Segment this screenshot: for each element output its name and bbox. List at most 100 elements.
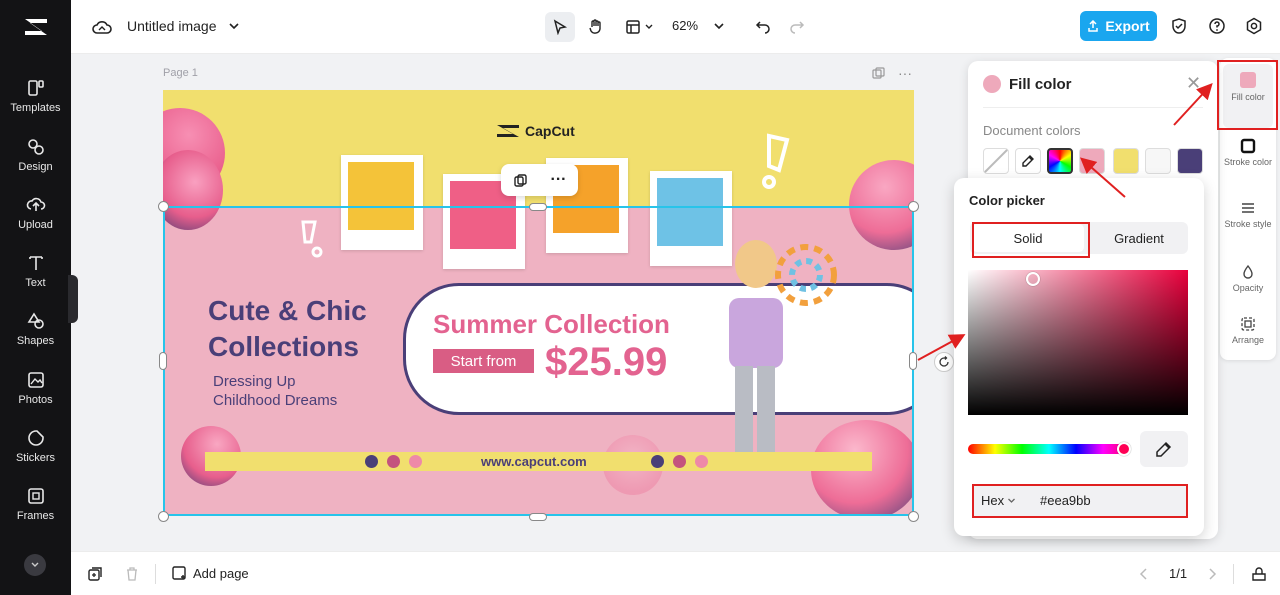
swatch-eyedropper[interactable] xyxy=(1015,148,1041,174)
templates-icon xyxy=(27,80,44,96)
zoom-dropdown[interactable] xyxy=(711,18,727,34)
page-more-icon[interactable]: ··· xyxy=(896,65,914,81)
sidebar-item-label: Frames xyxy=(16,510,55,522)
swatch-purple[interactable] xyxy=(1177,148,1203,174)
start-from-badge: Start from xyxy=(433,349,534,373)
brand-logo: CapCut xyxy=(495,122,575,140)
photo-frame xyxy=(341,155,423,250)
fill-panel-title: Fill color xyxy=(1009,76,1072,93)
resize-handle-top[interactable] xyxy=(529,203,547,211)
rail-stroke-color[interactable]: Stroke color xyxy=(1220,138,1276,167)
settings-button[interactable] xyxy=(1243,15,1265,37)
copy-element-button[interactable] xyxy=(513,173,528,188)
fill-color-icon xyxy=(1240,72,1256,88)
page-panel-toggle[interactable] xyxy=(1249,564,1269,584)
opacity-icon xyxy=(1243,264,1253,279)
cursor-icon xyxy=(553,19,568,35)
close-icon[interactable]: ✕ xyxy=(1186,73,1201,94)
rail-item-label: Fill color xyxy=(1231,92,1265,102)
brand-name: CapCut xyxy=(525,123,575,139)
sidebar-item-label: Upload xyxy=(18,219,53,231)
layout-icon xyxy=(625,20,640,34)
swatch-transparent[interactable] xyxy=(983,148,1009,174)
help-button[interactable] xyxy=(1206,15,1228,37)
hand-tool-button[interactable] xyxy=(581,12,611,42)
chevron-left-icon xyxy=(1139,568,1147,580)
cloud-sync-icon[interactable] xyxy=(91,16,113,38)
rail-stroke-style[interactable]: Stroke style xyxy=(1220,200,1276,229)
stickers-icon xyxy=(27,430,44,446)
prev-page-button[interactable] xyxy=(1135,565,1153,583)
design-canvas[interactable]: CapCut Cute & Chic Collections Dressing … xyxy=(163,90,914,514)
chevron-down-icon xyxy=(714,23,724,30)
saturation-knob[interactable] xyxy=(1026,272,1040,286)
swatch-yellow[interactable] xyxy=(1113,148,1139,174)
swatch-pink[interactable] xyxy=(1079,148,1105,174)
color-mode-select[interactable]: Hex xyxy=(981,493,1016,508)
zoom-level[interactable]: 62% xyxy=(672,18,698,33)
duplicate-icon xyxy=(88,567,102,581)
capcut-logo-icon[interactable] xyxy=(22,14,50,40)
resize-handle-bottom-right[interactable] xyxy=(908,511,919,522)
export-button[interactable]: Export xyxy=(1080,11,1157,41)
account-avatar[interactable] xyxy=(24,554,46,576)
add-page-button[interactable]: Add page xyxy=(171,565,249,581)
redo-button[interactable] xyxy=(785,14,809,38)
stroke-style-icon xyxy=(1242,203,1254,213)
add-page-icon xyxy=(172,566,186,580)
saturation-brightness-area[interactable] xyxy=(968,270,1188,415)
rail-item-label: Stroke style xyxy=(1224,219,1272,229)
hex-value-input[interactable]: #eea9bb xyxy=(1040,493,1091,508)
sidebar-item-stickers[interactable]: Stickers xyxy=(0,428,71,478)
resize-handle-left[interactable] xyxy=(159,352,167,370)
eyedropper-button[interactable] xyxy=(1140,431,1188,467)
chevron-down-icon xyxy=(645,24,652,29)
pinwheel-icon xyxy=(775,244,837,306)
resize-handle-top-left[interactable] xyxy=(158,201,169,212)
duplicate-page-icon[interactable] xyxy=(870,66,886,80)
undo-button[interactable] xyxy=(751,14,775,38)
headline-line2: Collections xyxy=(208,331,359,362)
sidebar-item-text[interactable]: Text xyxy=(0,253,71,303)
shapes-icon xyxy=(27,312,44,329)
headline-line1: Cute & Chic xyxy=(208,295,367,326)
hue-slider[interactable] xyxy=(968,444,1130,454)
bottom-bar: Add page 1/1 xyxy=(71,551,1280,595)
hue-slider-knob[interactable] xyxy=(1117,442,1131,456)
sidebar-item-shapes[interactable]: Shapes xyxy=(0,311,71,361)
sidebar-item-design[interactable]: Design xyxy=(0,137,71,187)
capcut-logo-icon xyxy=(497,125,519,137)
more-options-button[interactable]: ··· xyxy=(551,171,567,189)
next-page-button[interactable] xyxy=(1203,565,1221,583)
sidebar-item-photos[interactable]: Photos xyxy=(0,370,71,420)
doc-title[interactable]: Untitled image xyxy=(127,18,217,34)
text-icon xyxy=(28,256,43,270)
sidebar-item-templates[interactable]: Templates xyxy=(0,78,71,128)
sidebar-item-upload[interactable]: Upload xyxy=(0,195,71,245)
resize-handle-right[interactable] xyxy=(909,352,917,370)
rail-fill-color[interactable]: Fill color xyxy=(1223,64,1273,128)
rail-opacity[interactable]: Opacity xyxy=(1220,264,1276,293)
resize-handle-bottom[interactable] xyxy=(529,513,547,521)
redo-icon xyxy=(790,21,805,34)
tab-solid[interactable]: Solid xyxy=(972,224,1084,252)
resize-handle-bottom-left[interactable] xyxy=(158,511,169,522)
export-label: Export xyxy=(1105,18,1150,34)
chevron-down-icon[interactable] xyxy=(226,18,242,34)
shield-button[interactable] xyxy=(1168,15,1190,37)
subtitle-line2: Childhood Dreams xyxy=(213,392,338,409)
resize-handle-top-right[interactable] xyxy=(908,201,919,212)
layout-menu-button[interactable] xyxy=(619,12,659,42)
sidebar-collapse-handle[interactable] xyxy=(68,275,78,323)
swatch-custom-color[interactable] xyxy=(1047,148,1073,174)
delete-page-button[interactable] xyxy=(122,564,142,584)
sidebar-item-label: Shapes xyxy=(16,335,55,347)
sidebar-item-frames[interactable]: Frames xyxy=(0,486,71,536)
rail-arrange[interactable]: Arrange xyxy=(1220,316,1276,345)
decor-dot xyxy=(409,455,422,468)
swatch-white[interactable] xyxy=(1145,148,1171,174)
rotate-handle[interactable] xyxy=(934,352,954,372)
duplicate-page-button[interactable] xyxy=(85,564,105,584)
tab-gradient[interactable]: Gradient xyxy=(1092,224,1186,252)
select-tool-button[interactable] xyxy=(545,12,575,42)
